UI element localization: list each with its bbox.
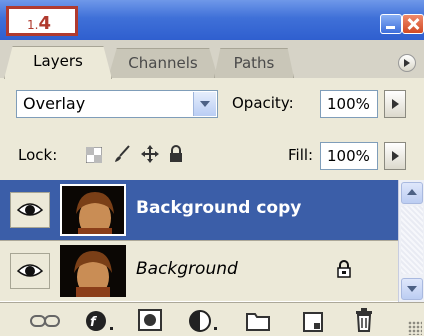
lock-icon	[336, 259, 352, 283]
lock-all-icon[interactable]	[168, 145, 184, 167]
chevron-down-icon[interactable]	[193, 92, 216, 116]
layer-row[interactable]: Background	[0, 241, 398, 301]
lock-position-move-icon[interactable]	[140, 144, 160, 168]
fill-slider-button[interactable]	[384, 142, 406, 170]
new-layer-icon[interactable]	[302, 311, 324, 336]
blend-options-row: Overlay Opacity: 100%	[0, 78, 424, 130]
layer-name[interactable]: Background	[136, 259, 238, 279]
opacity-label: Opacity:	[232, 94, 294, 112]
opacity-input[interactable]: 100%	[320, 90, 378, 118]
layers-list: Background copy Background	[0, 180, 398, 302]
fill-input[interactable]: 100%	[320, 142, 378, 170]
layer-name[interactable]: Background copy	[136, 198, 301, 218]
opacity-slider-button[interactable]	[384, 90, 406, 118]
layer-row[interactable]: Background copy	[0, 180, 398, 241]
scroll-down-button[interactable]	[401, 278, 423, 300]
tab-paths[interactable]: Paths	[214, 48, 294, 78]
blend-mode-select[interactable]: Overlay	[16, 90, 218, 118]
tab-layers[interactable]: Layers	[4, 46, 112, 79]
title-bar[interactable]: 1.4	[0, 0, 424, 40]
close-button[interactable]	[402, 14, 424, 34]
layer-thumbnail[interactable]	[60, 245, 126, 297]
layer-thumbnail[interactable]	[60, 184, 126, 236]
adjustment-layer-icon[interactable]	[188, 309, 222, 336]
visibility-toggle[interactable]	[10, 192, 50, 228]
link-layers-icon[interactable]	[30, 313, 60, 332]
layers-scrollbar[interactable]	[398, 180, 424, 302]
delete-layer-trash-icon[interactable]	[354, 307, 374, 336]
layer-style-fx-icon[interactable]: f	[84, 309, 118, 336]
minimize-button[interactable]	[380, 14, 402, 34]
fill-label: Fill:	[288, 146, 314, 164]
eye-icon	[17, 264, 43, 277]
add-mask-icon[interactable]	[138, 309, 162, 335]
lock-options-row: Lock: Fill: 100%	[0, 130, 424, 181]
panel-menu-button[interactable]	[398, 54, 416, 72]
layers-panel-window: 1.4 Channels Paths Layers Overlay Opacit…	[0, 0, 424, 336]
step-badge-text: 1.4	[27, 13, 51, 34]
visibility-toggle[interactable]	[10, 253, 50, 289]
panel-tabs: Channels Paths Layers	[0, 40, 424, 79]
eye-icon	[17, 203, 43, 216]
lock-image-brush-icon[interactable]	[112, 144, 132, 168]
step-badge: 1.4	[6, 6, 78, 36]
lock-transparent-icon[interactable]	[85, 146, 103, 167]
lock-label: Lock:	[18, 146, 58, 164]
resize-grip[interactable]	[408, 321, 422, 335]
layers-bottom-toolbar: f	[0, 302, 424, 336]
scroll-up-button[interactable]	[401, 182, 423, 204]
new-group-folder-icon[interactable]	[246, 311, 270, 335]
tab-channels[interactable]: Channels	[108, 48, 218, 78]
blend-mode-value: Overlay	[23, 94, 86, 113]
scroll-thumb[interactable]	[401, 206, 423, 274]
